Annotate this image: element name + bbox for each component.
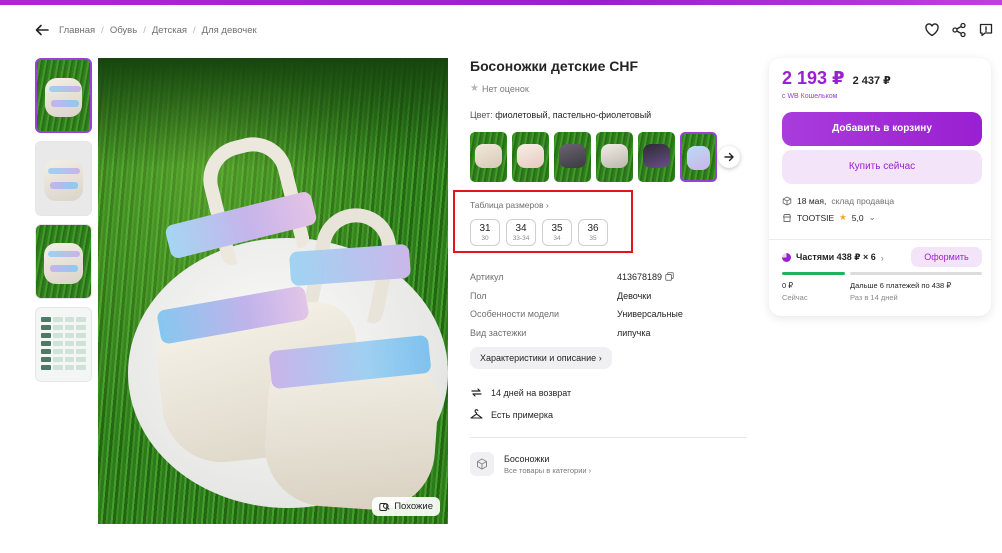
later-amount: Дальше 6 платежей по 438 ₽: [850, 281, 952, 290]
later-label: Раз в 14 дней: [850, 293, 898, 302]
arrow-right-icon: [724, 152, 734, 162]
progress-later: [850, 272, 982, 275]
now-label: Сейчас: [782, 293, 808, 302]
size-options: 31 30 34 33-34 35 34 36 35: [470, 219, 608, 246]
divider: [769, 239, 991, 240]
similar-icon: [379, 501, 390, 512]
size-option[interactable]: 31 30: [470, 219, 500, 246]
store-icon: [782, 213, 792, 223]
installments-button[interactable]: Оформить: [911, 247, 982, 267]
category-link[interactable]: Босоножки Все товары в категории ›: [470, 452, 591, 476]
spec-row: Артикул 413678189: [470, 268, 750, 287]
thumbnail-image[interactable]: [35, 141, 92, 216]
spec-row: Пол Девочки: [470, 290, 652, 301]
thumbnail-image[interactable]: [35, 224, 92, 299]
size-option[interactable]: 35 34: [542, 219, 572, 246]
back-arrow-icon[interactable]: [34, 22, 50, 38]
next-colors-button[interactable]: [718, 146, 740, 168]
return-icon: [470, 386, 483, 399]
color-option[interactable]: [596, 132, 633, 182]
spec-row: Особенности модели Универсальные: [470, 309, 683, 320]
box-icon: [782, 196, 792, 206]
category-icon: [470, 452, 494, 476]
rating[interactable]: ★ Нет оценок: [470, 83, 750, 94]
product-main-image[interactable]: Похожие: [98, 58, 448, 524]
heart-icon[interactable]: [924, 22, 940, 38]
color-option[interactable]: [512, 132, 549, 182]
thumbnail-list: [35, 58, 92, 390]
color-option[interactable]: [638, 132, 675, 182]
current-price: 2 193 ₽: [782, 68, 845, 88]
product-title: Босоножки детские CHF: [470, 58, 639, 74]
divider: [470, 437, 747, 438]
product-info: Босоножки детские CHF ★ Нет оценок Цвет: …: [453, 58, 750, 476]
spec-row: Вид застежки липучка: [470, 327, 651, 338]
star-icon: ★: [470, 83, 479, 94]
size-option[interactable]: 34 33-34: [506, 219, 536, 246]
thumbnail-size-table[interactable]: [35, 307, 92, 382]
color-option-selected[interactable]: [680, 132, 717, 182]
spec-list: Артикул 413678189 Пол Девочки Особенности …: [470, 268, 750, 342]
now-amount: 0 ₽: [782, 281, 794, 290]
wallet-note[interactable]: с WB Кошельком: [782, 93, 838, 100]
color-options: [470, 132, 740, 182]
size-table-link[interactable]: Таблица размеров ›: [470, 200, 549, 210]
hanger-icon: [470, 408, 483, 421]
color-option[interactable]: [554, 132, 591, 182]
seller-info[interactable]: TOOTSIE ★ 5,0 ⌄: [782, 212, 876, 223]
report-icon[interactable]: [978, 22, 994, 38]
breadcrumb-item[interactable]: Обувь: [110, 25, 137, 36]
share-icon[interactable]: [951, 22, 967, 38]
buy-now-button[interactable]: Купить сейчас: [782, 150, 982, 184]
copy-icon[interactable]: [665, 271, 674, 283]
top-accent-bar: [0, 0, 1002, 5]
installments-icon: [782, 253, 791, 262]
breadcrumb: Главная / Обувь / Детская / Для девочек: [59, 25, 257, 36]
characteristics-button[interactable]: Характеристики и описание ›: [470, 347, 612, 369]
fitting-info: Есть примерка: [470, 408, 553, 421]
similar-button[interactable]: Похожие: [372, 497, 440, 516]
old-price: 2 437 ₽: [852, 75, 891, 87]
thumbnail-image[interactable]: [35, 58, 92, 133]
breadcrumb-item[interactable]: Для девочек: [202, 25, 257, 36]
color-option[interactable]: [470, 132, 507, 182]
installments-label[interactable]: Частями 438 ₽ × 6 ›: [782, 252, 884, 263]
price-card: 2 193 ₽ 2 437 ₽ с WB Кошельком Добавить …: [769, 58, 991, 316]
add-to-cart-button[interactable]: Добавить в корзину: [782, 112, 982, 146]
delivery-info: 18 мая, склад продавца: [782, 196, 894, 206]
star-icon: ★: [839, 212, 847, 222]
breadcrumb-item[interactable]: Главная: [59, 25, 95, 36]
size-option[interactable]: 36 35: [578, 219, 608, 246]
color-label: Цвет: фиолетовый, пастельно-фиолетовый: [470, 110, 652, 120]
return-info: 14 дней на возврат: [470, 386, 571, 399]
progress-now: [782, 272, 845, 275]
breadcrumb-item[interactable]: Детская: [152, 25, 187, 36]
